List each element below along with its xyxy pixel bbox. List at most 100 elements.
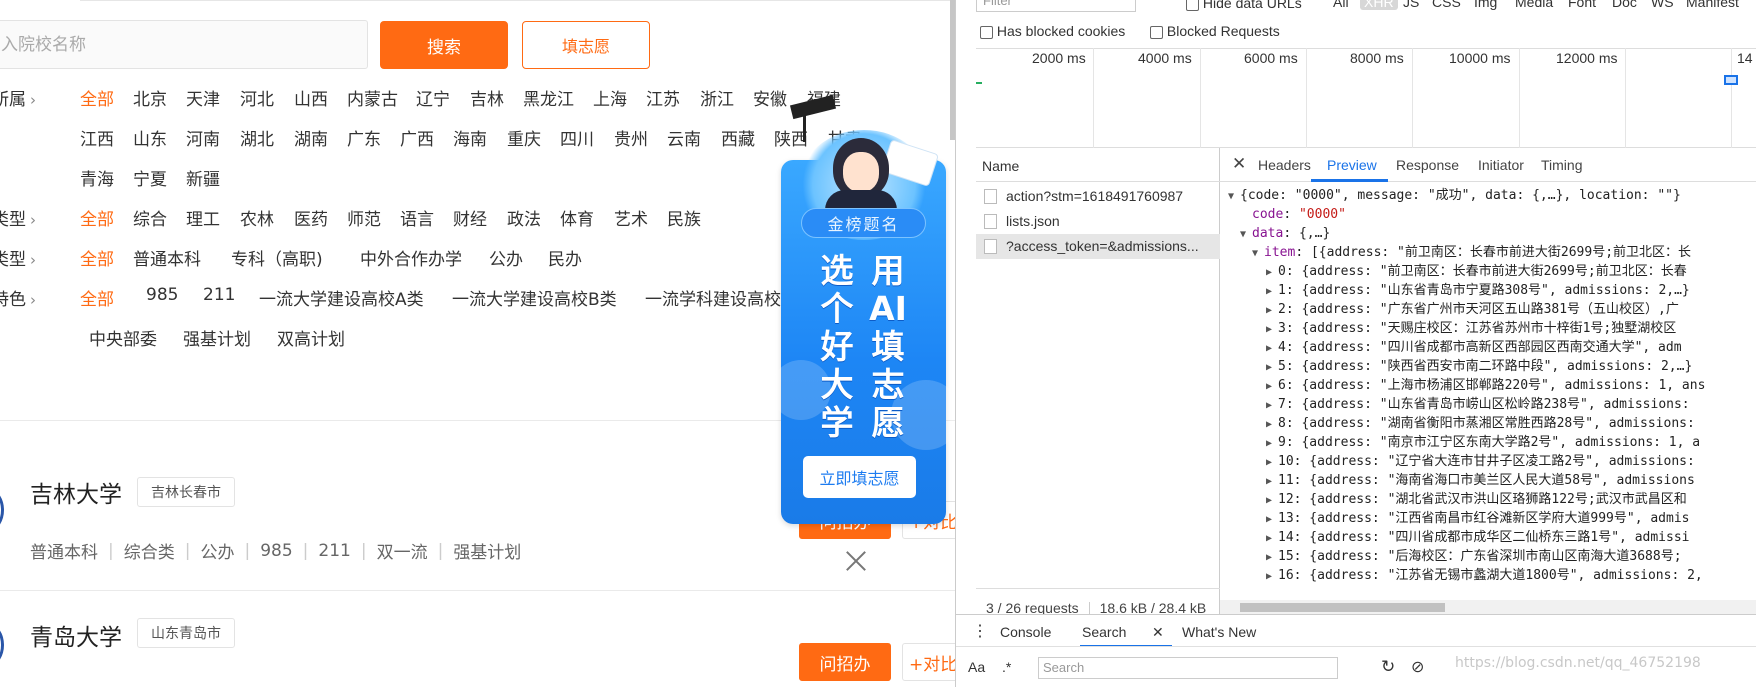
type-option[interactable]: 医药: [294, 205, 328, 230]
close-icon[interactable]: ✕: [1232, 154, 1246, 174]
json-item-row[interactable]: ▶ 12: {address: "湖北省武汉市洪山区珞狮路122号;武汉市武昌区和: [1266, 490, 1687, 509]
region-option[interactable]: 天津: [186, 85, 220, 110]
type-filter-font[interactable]: Font: [1568, 0, 1596, 10]
region-option[interactable]: 湖南: [294, 125, 328, 150]
region-option[interactable]: 全部: [80, 85, 114, 110]
collapsed-triangle-icon[interactable]: ▶: [1266, 434, 1278, 453]
feature-option[interactable]: 中央部委: [89, 325, 157, 350]
json-root-line[interactable]: ▼ {code: "0000", message: "成功", data: {,……: [1228, 186, 1681, 205]
school-type-option[interactable]: 公办: [489, 245, 523, 270]
region-option[interactable]: 北京: [133, 85, 167, 110]
name-column-header[interactable]: Name: [976, 148, 1220, 182]
type-filter-css[interactable]: CSS: [1432, 0, 1461, 10]
tab-timing[interactable]: Timing: [1541, 157, 1583, 173]
json-item-row[interactable]: ▶ 1: {address: "山东省青岛市宁夏路308号", admission…: [1266, 281, 1690, 300]
request-row[interactable]: lists.json: [976, 209, 1220, 234]
university-name[interactable]: 青岛大学: [30, 618, 122, 652]
type-filter-media[interactable]: Media: [1515, 0, 1553, 10]
expand-triangle-icon[interactable]: ▼: [1252, 244, 1264, 263]
feature-option[interactable]: 211: [203, 285, 235, 305]
hide-data-urls-checkbox[interactable]: Hide data URLs: [1186, 0, 1302, 11]
json-data-line[interactable]: ▼ data: {,…}: [1240, 224, 1330, 243]
more-menu-icon[interactable]: ⋮: [972, 621, 988, 641]
school-search-box[interactable]: [0, 20, 368, 69]
feature-option[interactable]: 985: [146, 285, 178, 305]
json-item-row[interactable]: ▶ 13: {address: "江西省南昌市红谷滩新区学府大道999号", ad…: [1266, 509, 1690, 528]
refresh-icon[interactable]: ↻: [1381, 657, 1395, 677]
region-option[interactable]: 吉林: [470, 85, 504, 110]
type-option[interactable]: 艺术: [614, 205, 648, 230]
json-item-row[interactable]: ▶ 16: {address: "江苏省无锡市蠡湖大道1800号", admiss…: [1266, 566, 1703, 585]
regex-toggle[interactable]: .*: [1002, 659, 1011, 675]
collapsed-triangle-icon[interactable]: ▶: [1266, 396, 1278, 415]
close-icon[interactable]: [843, 548, 869, 574]
type-option[interactable]: 理工: [186, 205, 220, 230]
json-item-row[interactable]: ▶ 2: {address: "广东省广州市天河区五山路381号（五山校区）,广: [1266, 300, 1679, 319]
type-filter-xhr[interactable]: XHR: [1360, 0, 1398, 10]
region-option[interactable]: 山东: [133, 125, 167, 150]
school-type-option[interactable]: 专科（高职): [231, 245, 323, 270]
collapsed-triangle-icon[interactable]: ▶: [1266, 548, 1278, 567]
json-item-row[interactable]: ▶ 9: {address: "南京市江宁区东南大学路2号", admission…: [1266, 433, 1700, 452]
json-item-row[interactable]: ▶ 5: {address: "陕西省西安市南二环路中段", admissions…: [1266, 357, 1692, 376]
region-option[interactable]: 黑龙江: [523, 85, 574, 110]
scrollbar-thumb[interactable]: [1240, 603, 1445, 612]
region-option[interactable]: 海南: [453, 125, 487, 150]
collapsed-triangle-icon[interactable]: ▶: [1266, 491, 1278, 510]
school-type-option[interactable]: 民办: [548, 245, 582, 270]
checkbox-icon[interactable]: [1186, 0, 1199, 11]
type-filter-manifest[interactable]: Manifest: [1686, 0, 1739, 10]
school-search-input[interactable]: [0, 21, 367, 68]
has-blocked-cookies-checkbox[interactable]: Has blocked cookies: [980, 23, 1125, 39]
type-option[interactable]: 综合: [133, 205, 167, 230]
region-option[interactable]: 四川: [560, 125, 594, 150]
json-item-line[interactable]: ▼ item: [{address: "前卫南区：长春市前进大街2699号;前卫北…: [1252, 243, 1691, 262]
feature-option[interactable]: 一流大学建设高校A类: [259, 285, 424, 310]
region-option[interactable]: 云南: [667, 125, 701, 150]
school-type-option[interactable]: 全部: [80, 245, 114, 270]
region-option[interactable]: 广西: [400, 125, 434, 150]
type-option[interactable]: 语言: [400, 205, 434, 230]
json-preview[interactable]: ▼ {code: "0000", message: "成功", data: {,……: [1220, 182, 1756, 600]
json-item-row[interactable]: ▶ 7: {address: "山东省青岛市崂山区松岭路238号", admiss…: [1266, 395, 1690, 414]
ask-admissions-button[interactable]: 问招办: [799, 643, 891, 681]
type-option[interactable]: 师范: [347, 205, 381, 230]
region-option[interactable]: 青海: [80, 165, 114, 190]
region-option[interactable]: 广东: [347, 125, 381, 150]
json-item-row[interactable]: ▶ 8: {address: "湖南省衡阳市蒸湘区常胜西路28号", admiss…: [1266, 414, 1695, 433]
tab-preview[interactable]: Preview: [1327, 157, 1377, 173]
region-option[interactable]: 上海: [593, 85, 627, 110]
drawer-tab-whats-new[interactable]: What's New: [1182, 624, 1256, 640]
collapsed-triangle-icon[interactable]: ▶: [1266, 282, 1278, 301]
compare-button[interactable]: +对比: [902, 643, 955, 681]
region-option[interactable]: 贵州: [614, 125, 648, 150]
expand-triangle-icon[interactable]: ▼: [1228, 187, 1240, 206]
region-option[interactable]: 山西: [294, 85, 328, 110]
collapsed-triangle-icon[interactable]: ▶: [1266, 472, 1278, 491]
region-option[interactable]: 江西: [80, 125, 114, 150]
collapsed-triangle-icon[interactable]: ▶: [1266, 358, 1278, 377]
collapsed-triangle-icon[interactable]: ▶: [1266, 453, 1278, 472]
type-option[interactable]: 民族: [667, 205, 701, 230]
request-row-selected[interactable]: ?access_token=&admissions...: [976, 234, 1220, 259]
json-item-row[interactable]: ▶ 4: {address: "四川省成都市高新区西部园区西南交通大学", adm: [1266, 338, 1682, 357]
type-option[interactable]: 财经: [453, 205, 487, 230]
type-option[interactable]: 政法: [507, 205, 541, 230]
search-button[interactable]: 搜索: [380, 21, 508, 69]
region-option[interactable]: 安徽: [753, 85, 787, 110]
region-option[interactable]: 重庆: [507, 125, 541, 150]
feature-option[interactable]: 一流大学建设高校B类: [452, 285, 617, 310]
collapsed-triangle-icon[interactable]: ▶: [1266, 339, 1278, 358]
region-option[interactable]: 河北: [240, 85, 274, 110]
ai-application-ad[interactable]: 金榜题名 选 个 好 大 学 用 AI 填 志 愿 立即填志愿: [771, 94, 955, 524]
close-icon[interactable]: ✕: [1152, 624, 1164, 641]
collapsed-triangle-icon[interactable]: ▶: [1266, 320, 1278, 339]
ad-cta-button[interactable]: 立即填志愿: [803, 456, 916, 498]
type-filter-img[interactable]: Img: [1474, 0, 1497, 10]
feature-option[interactable]: 双高计划: [277, 325, 345, 350]
school-type-option[interactable]: 普通本科: [133, 245, 201, 270]
blocked-requests-checkbox[interactable]: Blocked Requests: [1150, 23, 1280, 39]
tab-response[interactable]: Response: [1396, 157, 1459, 173]
school-type-option[interactable]: 中外合作办学: [360, 245, 462, 270]
preview-horizontal-scrollbar[interactable]: [1220, 600, 1756, 614]
